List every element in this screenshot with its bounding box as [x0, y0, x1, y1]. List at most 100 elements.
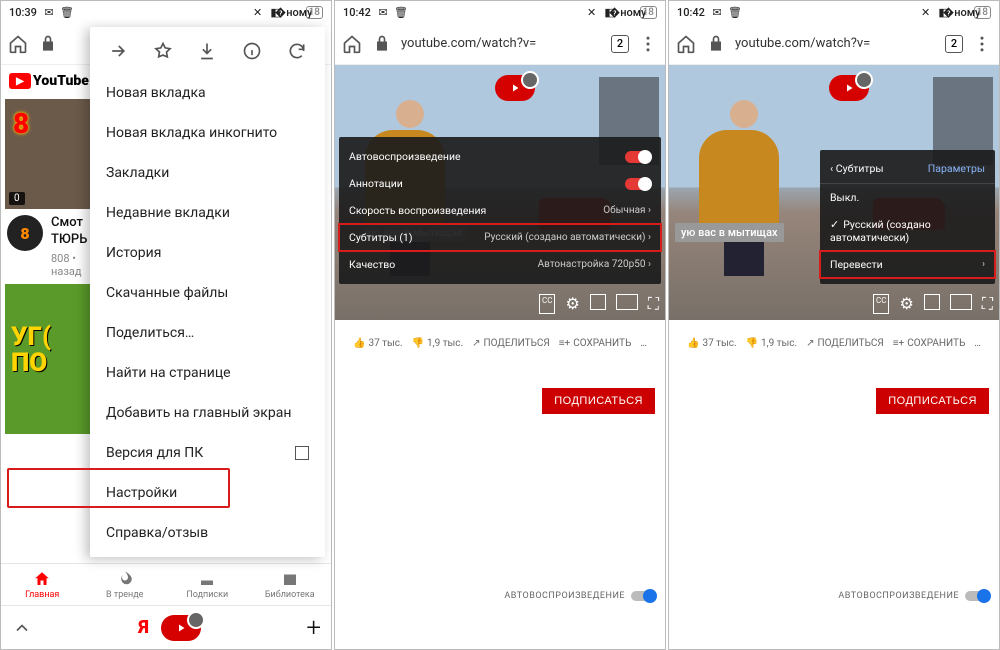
back-label[interactable]: ‹ Субтитры [830, 162, 884, 175]
miniplayer-icon[interactable] [590, 294, 606, 310]
more-button[interactable]: … [640, 338, 647, 349]
star-icon[interactable] [151, 39, 175, 63]
toggle-icon[interactable] [625, 178, 651, 190]
nav-trending[interactable]: В тренде [84, 564, 167, 605]
gear-icon[interactable]: ⚙ [565, 294, 579, 314]
setting-quality[interactable]: КачествоАвтонастройка 720p50 › [339, 251, 661, 278]
nav-library[interactable]: Библиотека [249, 564, 332, 605]
dislike-button[interactable]: 👎1,9 тыс. [412, 338, 464, 349]
share-icon: ↗ [472, 338, 480, 349]
yandex-logo-icon[interactable]: Я [139, 617, 149, 638]
wifi-icon: �ному [288, 6, 300, 18]
channel-avatar[interactable]: 8 [7, 215, 43, 251]
info-icon[interactable] [240, 39, 264, 63]
menu-new-tab[interactable]: Новая вкладка [90, 73, 325, 113]
fullscreen-icon[interactable]: ⛶ [648, 294, 659, 314]
youtube-bottom-nav: Главная В тренде Подписки Библиотека [1, 563, 331, 605]
toggle-icon[interactable] [625, 151, 651, 163]
theater-icon[interactable] [950, 294, 972, 310]
address-bar[interactable]: youtube.com/watch?v= [401, 36, 603, 51]
params-link[interactable]: Параметры [928, 162, 985, 175]
player-settings-panel: Автовоспроизведение Аннотации Скорость в… [339, 137, 661, 284]
save-button[interactable]: ≡+СОХРАНИТЬ [893, 338, 966, 349]
setting-speed[interactable]: Скорость воспроизведенияОбычная › [339, 197, 661, 224]
dock-youtube-tab[interactable] [829, 75, 869, 101]
envelope-icon: ✉ [377, 6, 389, 18]
below-player: 👍37 тыс. 👎1,9 тыс. ↗ПОДЕЛИТЬСЯ ≡+СОХРАНИ… [669, 320, 999, 605]
cc-icon[interactable]: CC [873, 294, 889, 314]
checkbox-icon[interactable] [295, 446, 309, 460]
menu-history[interactable]: История [90, 233, 325, 273]
tab-count[interactable]: 2 [611, 35, 629, 53]
nav-subscriptions[interactable]: Подписки [166, 564, 249, 605]
video-player[interactable]: ую вас в мытищах ‹ СубтитрыПараметры Вык… [669, 65, 999, 320]
autoplay-toggle[interactable]: АВТОВОСПРОИЗВЕДЕНИЕ [504, 591, 655, 601]
more-button[interactable]: … [974, 338, 981, 349]
dock-youtube-tab[interactable] [161, 615, 201, 641]
trash-icon: 🗑 [395, 6, 407, 18]
miniplayer-icon[interactable] [924, 294, 940, 310]
theater-icon[interactable] [616, 294, 638, 310]
menu-add-home[interactable]: Добавить на главный экран [90, 393, 325, 433]
menu-desktop-site[interactable]: Версия для ПК [90, 433, 325, 473]
home-icon[interactable] [7, 33, 29, 55]
menu-bookmarks[interactable]: Закладки [90, 153, 325, 193]
gear-icon[interactable]: ⚙ [899, 294, 913, 314]
video-player[interactable]: ию вас в мытищах Автовоспроизведение Анн… [335, 65, 665, 320]
trash-icon: 🗑 [729, 6, 741, 18]
subs-translate[interactable]: Перевести› [820, 251, 995, 278]
lock-icon [371, 33, 393, 55]
menu-recent-tabs[interactable]: Недавние вкладки [90, 193, 325, 233]
more-vert-icon[interactable] [971, 33, 993, 55]
player-controls: CC ⚙ ⛶ [873, 294, 993, 314]
video-meta: 808 •назад [51, 252, 87, 278]
menu-find[interactable]: Найти на странице [90, 353, 325, 393]
forward-icon[interactable] [106, 39, 130, 63]
fullscreen-icon[interactable]: ⛶ [982, 294, 993, 314]
subscribe-button[interactable]: ПОДПИСАТЬСЯ [542, 388, 655, 414]
video-thumbnail-2[interactable]: УГ(ПО [5, 284, 95, 434]
setting-subtitles[interactable]: Субтитры (1)Русский (создано автоматичес… [339, 224, 661, 251]
download-icon[interactable] [195, 39, 219, 63]
toggle-icon[interactable] [965, 591, 989, 601]
menu-settings[interactable]: Настройки [90, 473, 325, 513]
home-icon[interactable] [341, 33, 363, 55]
setting-annotations[interactable]: Аннотации [339, 170, 661, 197]
status-bar: 10:42 ✉ 🗑 ✕ ◧ �ному 18 [669, 1, 999, 23]
menu-new-incognito[interactable]: Новая вкладка инкогнито [90, 113, 325, 153]
toggle-icon[interactable] [631, 591, 655, 601]
address-bar[interactable]: youtube.com/watch?v= [735, 36, 937, 51]
share-button[interactable]: ↗ПОДЕЛИТЬСЯ [472, 338, 550, 349]
thumbs-down-icon: 👎 [746, 338, 758, 349]
like-button[interactable]: 👍37 тыс. [687, 338, 737, 349]
dock-youtube-tab[interactable] [495, 75, 535, 101]
phone-screenshot-3: 10:42 ✉ 🗑 ✕ ◧ �ному 18 youtube.com/watch… [668, 0, 1000, 650]
plus-icon[interactable]: + [306, 613, 321, 643]
menu-downloads[interactable]: Скачанные файлы [90, 273, 325, 313]
youtube-logo[interactable]: ▶ YouTube [9, 73, 89, 89]
lock-icon [37, 33, 59, 55]
like-button[interactable]: 👍37 тыс. [353, 338, 403, 349]
menu-share[interactable]: Поделиться… [90, 313, 325, 353]
more-vert-icon[interactable] [637, 33, 659, 55]
subscribe-button[interactable]: ПОДПИСАТЬСЯ [876, 388, 989, 414]
nav-home[interactable]: Главная [1, 564, 84, 605]
clock: 10:42 [343, 6, 371, 19]
autoplay-toggle[interactable]: АВТОВОСПРОИЗВЕДЕНИЕ [838, 591, 989, 601]
home-icon[interactable] [675, 33, 697, 55]
share-button[interactable]: ↗ПОДЕЛИТЬСЯ [806, 338, 884, 349]
dislike-button[interactable]: 👎1,9 тыс. [746, 338, 798, 349]
battery-indicator: 18 [974, 6, 991, 19]
tab-count[interactable]: 2 [945, 35, 963, 53]
setting-autoplay[interactable]: Автовоспроизведение [339, 143, 661, 170]
chevron-up-icon[interactable] [11, 617, 33, 639]
subs-off[interactable]: Выкл. [820, 184, 995, 211]
save-button[interactable]: ≡+СОХРАНИТЬ [559, 338, 632, 349]
subs-russian-auto[interactable]: ✓Русский (создано автоматически) [820, 211, 995, 251]
reload-icon[interactable] [285, 39, 309, 63]
video-thumbnail[interactable]: 8 0 [5, 99, 95, 209]
dnd-icon: ✕ [586, 6, 598, 18]
cc-icon[interactable]: CC [539, 294, 555, 314]
menu-help[interactable]: Справка/отзыв [90, 513, 325, 553]
yandex-dock: Я + [1, 605, 331, 649]
